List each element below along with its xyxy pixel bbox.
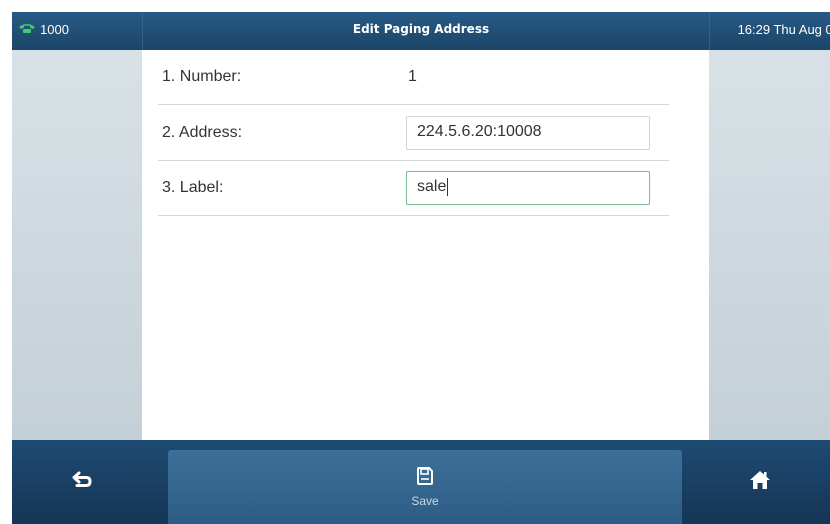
address-input[interactable]: 224.5.6.20:10008	[406, 116, 650, 150]
divider	[709, 12, 710, 50]
save-label: Save	[411, 493, 439, 508]
left-side-panel	[12, 50, 142, 440]
label-label: 3. Label:	[162, 179, 224, 196]
number-label: 1. Number:	[162, 68, 242, 85]
text-cursor	[447, 178, 449, 196]
address-label: 2. Address:	[162, 124, 243, 141]
edit-form: 1. Number: 1 2. Address: 224.5.6.20:1000…	[142, 50, 709, 440]
softkey-bar: Save	[12, 440, 830, 524]
label-row[interactable]: 3. Label: sale	[158, 161, 669, 216]
address-value: 224.5.6.20:10008	[417, 123, 542, 140]
status-bar: 1000 Edit Paging Address 16:29 Thu Aug 0…	[12, 12, 830, 50]
page-title: Edit Paging Address	[352, 22, 490, 36]
save-icon	[417, 466, 433, 490]
home-button[interactable]	[690, 440, 830, 524]
back-arrow-icon	[71, 470, 93, 495]
phone-screen: 1000 Edit Paging Address 16:29 Thu Aug 0…	[12, 12, 830, 524]
label-input[interactable]: sale	[406, 171, 650, 205]
label-value: sale	[417, 178, 447, 196]
date-time: 16:29 Thu Aug 06	[737, 22, 830, 37]
back-button[interactable]	[12, 440, 152, 524]
save-button[interactable]: Save	[168, 450, 682, 524]
address-row[interactable]: 2. Address: 224.5.6.20:10008	[158, 106, 669, 161]
number-row[interactable]: 1. Number: 1	[158, 50, 669, 105]
home-icon	[749, 470, 771, 495]
number-value: 1	[408, 68, 417, 85]
right-side-panel	[709, 50, 830, 440]
